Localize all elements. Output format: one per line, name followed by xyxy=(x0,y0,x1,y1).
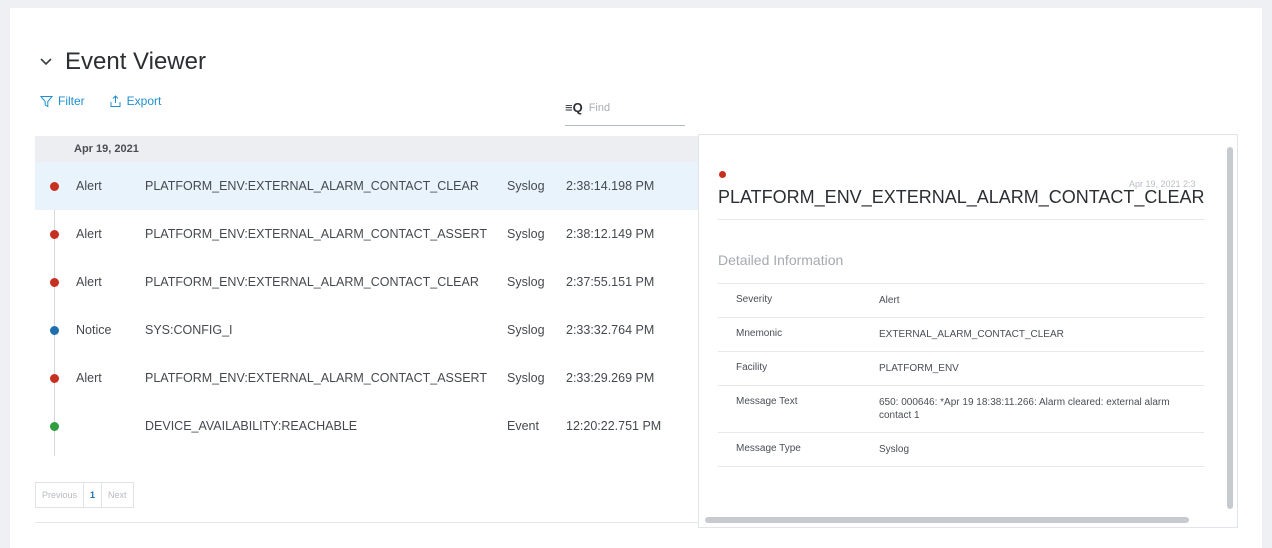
export-button[interactable]: Export xyxy=(109,94,162,108)
detail-key: Mnemonic xyxy=(736,328,783,339)
divider xyxy=(35,522,705,523)
detail-value: Syslog xyxy=(879,444,910,455)
event-source: Syslog xyxy=(507,275,545,289)
detail-title: PLATFORM_ENV_EXTERNAL_ALARM_CONTACT_CLEA… xyxy=(718,187,1205,207)
filter-label: Filter xyxy=(58,94,85,108)
severity-dot xyxy=(50,181,59,191)
detail-value: PLATFORM_ENV xyxy=(879,363,959,374)
event-mnemonic: DEVICE_AVAILABILITY:REACHABLE xyxy=(145,419,358,433)
event-row[interactable]: Alert PLATFORM_ENV:EXTERNAL_ALARM_CONTAC… xyxy=(35,354,705,402)
export-icon xyxy=(110,94,121,107)
detail-row: Message Type Syslog xyxy=(718,432,1204,467)
detail-row: Mnemonic EXTERNAL_ALARM_CONTACT_CLEAR xyxy=(718,317,1204,351)
event-viewer-card: Event Viewer Filter Export ≡Q Apr 19, 20… xyxy=(10,8,1262,548)
event-time: 2:33:32.764 PM xyxy=(566,323,655,337)
find-icon: ≡Q xyxy=(565,100,583,115)
severity-dot xyxy=(50,421,59,431)
detail-row: Severity Alert xyxy=(718,283,1204,317)
event-mnemonic: SYS:CONFIG_I xyxy=(145,323,233,337)
event-severity: Notice xyxy=(76,323,112,337)
severity-dot xyxy=(50,277,59,287)
detail-row: Facility PLATFORM_ENV xyxy=(718,351,1204,385)
page-title: Event Viewer xyxy=(65,48,206,75)
detail-key: Facility xyxy=(736,362,768,373)
event-time: 2:37:55.151 PM xyxy=(566,275,655,289)
event-severity: Alert xyxy=(76,371,102,385)
severity-dot xyxy=(50,373,59,383)
title-row: Event Viewer xyxy=(35,48,206,76)
event-mnemonic: PLATFORM_ENV:EXTERNAL_ALARM_CONTACT_ASSE… xyxy=(145,371,487,385)
event-time: 2:38:12.149 PM xyxy=(566,227,655,241)
event-source: Syslog xyxy=(507,179,545,193)
find-input[interactable] xyxy=(588,101,669,114)
detail-table: Severity Alert Mnemonic EXTERNAL_ALARM_C… xyxy=(718,283,1204,467)
severity-dot xyxy=(719,171,726,178)
detail-timestamp: Apr 19, 2021 2:3 xyxy=(1129,179,1196,189)
event-time: 2:33:29.269 PM xyxy=(566,371,655,385)
detail-key: Message Type xyxy=(736,443,801,454)
find-box: ≡Q xyxy=(565,90,685,126)
filter-icon xyxy=(40,95,53,107)
detail-value: Alert xyxy=(879,295,900,306)
toolbar: Filter Export xyxy=(40,94,185,108)
event-row[interactable]: Notice SYS:CONFIG_I Syslog 2:33:32.764 P… xyxy=(35,306,705,354)
event-severity: Alert xyxy=(76,275,102,289)
event-source: Syslog xyxy=(507,323,545,337)
detail-key: Severity xyxy=(736,294,773,305)
previous-page-button[interactable]: Previous xyxy=(36,483,85,507)
event-mnemonic: PLATFORM_ENV:EXTERNAL_ALARM_CONTACT_CLEA… xyxy=(145,179,479,193)
chevron-down-icon[interactable] xyxy=(35,51,57,73)
event-severity: Alert xyxy=(76,227,102,241)
export-label: Export xyxy=(126,94,162,108)
next-page-button[interactable]: Next xyxy=(102,483,133,507)
event-time: 2:38:14.198 PM xyxy=(566,179,655,193)
vertical-scrollbar[interactable] xyxy=(1227,147,1233,509)
event-row[interactable]: Alert PLATFORM_ENV:EXTERNAL_ALARM_CONTAC… xyxy=(35,162,705,210)
event-row[interactable]: Alert PLATFORM_ENV:EXTERNAL_ALARM_CONTAC… xyxy=(35,258,705,306)
detail-value: 650: 000646: *Apr 19 18:38:11.266: Alarm… xyxy=(879,397,1170,421)
page-number-button[interactable]: 1 xyxy=(84,483,103,507)
event-row[interactable]: Alert PLATFORM_ENV:EXTERNAL_ALARM_CONTAC… xyxy=(35,210,705,258)
event-list: Apr 19, 2021 Alert PLATFORM_ENV:EXTERNAL… xyxy=(35,136,705,456)
event-mnemonic: PLATFORM_ENV:EXTERNAL_ALARM_CONTACT_ASSE… xyxy=(145,227,487,241)
divider xyxy=(718,219,1204,220)
event-source: Event xyxy=(507,419,539,433)
severity-dot xyxy=(50,325,59,335)
event-severity: Alert xyxy=(76,179,102,193)
event-detail-panel: PLATFORM_ENV_EXTERNAL_ALARM_CONTACT_CLEA… xyxy=(698,134,1238,528)
horizontal-scrollbar[interactable] xyxy=(705,517,1189,523)
pagination: Previous 1 Next xyxy=(35,482,134,508)
event-mnemonic: PLATFORM_ENV:EXTERNAL_ALARM_CONTACT_CLEA… xyxy=(145,275,479,289)
detail-value: EXTERNAL_ALARM_CONTACT_CLEAR xyxy=(879,329,1064,340)
date-header: Apr 19, 2021 xyxy=(35,136,705,162)
detail-row: Message Text 650: 000646: *Apr 19 18:38:… xyxy=(718,385,1204,432)
event-source: Syslog xyxy=(507,371,545,385)
detail-key: Message Text xyxy=(736,396,798,407)
detail-section-title: Detailed Information xyxy=(718,252,844,268)
event-source: Syslog xyxy=(507,227,545,241)
severity-dot xyxy=(50,229,59,239)
event-time: 12:20:22.751 PM xyxy=(566,419,662,433)
event-row[interactable]: DEVICE_AVAILABILITY:REACHABLE Event 12:2… xyxy=(35,402,705,450)
filter-button[interactable]: Filter xyxy=(40,94,85,108)
